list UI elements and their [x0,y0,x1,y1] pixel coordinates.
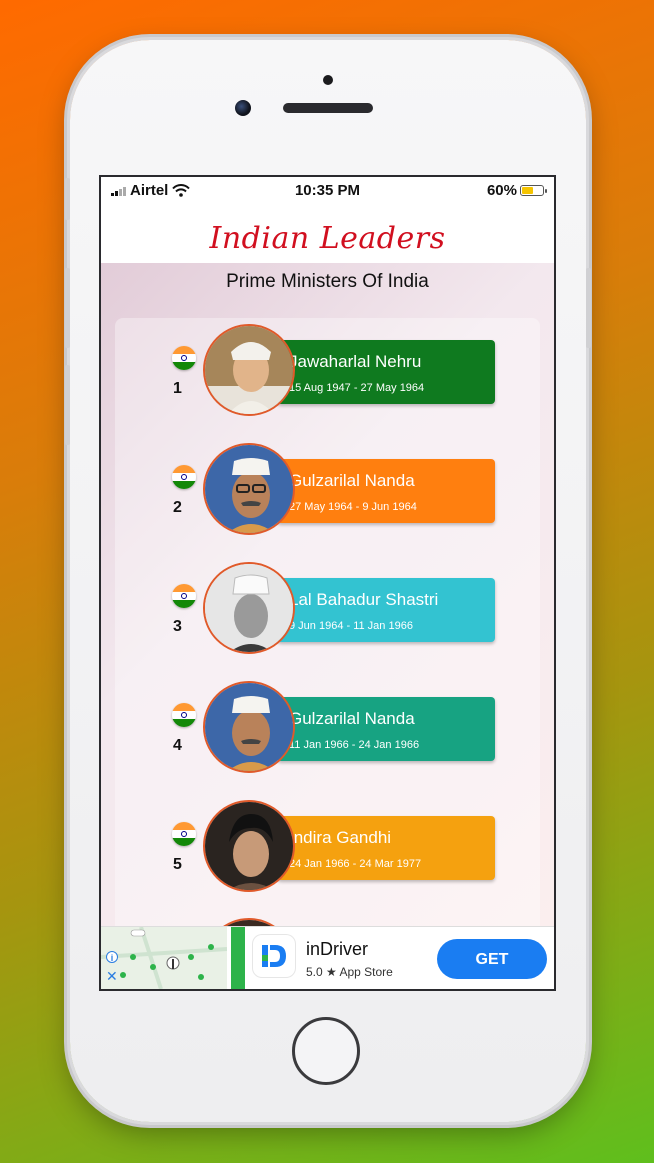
leader-row[interactable]: 1 Jawaharlal Nehru 15 Aug 1947 - 27 May … [115,324,540,424]
ad-info-icon[interactable]: i [106,951,118,963]
india-flag-icon [172,465,196,489]
leader-name: Gulzarilal Nanda [289,471,415,490]
indriver-logo-icon [253,935,295,977]
leader-portrait [203,562,295,654]
leader-term: 27 May 1964 - 9 Jun 1964 [289,501,417,513]
app-header: Indian Leaders [101,205,554,263]
leader-name: Jawaharlal Nehru [289,352,422,371]
status-bar: Airtel 10:35 PM 60% [101,177,554,205]
mute-switch [65,178,70,220]
earpiece-speaker [283,103,373,113]
leader-term: 24 Jan 1966 - 24 Mar 1977 [289,858,422,870]
leader-portrait [203,800,295,892]
leader-number: 2 [173,499,182,516]
leader-row[interactable]: 2 Gulzarilal Nanda 27 May 1964 - 9 Jun 1… [115,443,540,543]
ad-close-icon[interactable]: ✕ [106,969,118,983]
leader-row[interactable]: 3 Lal Bahadur Shastri 9 Jun 1964 - 11 Ja… [115,562,540,662]
proximity-sensor [323,75,333,85]
india-flag-icon [172,346,196,370]
leader-portrait [203,681,295,773]
leader-banner: Lal Bahadur Shastri 9 Jun 1964 - 11 Jan … [277,578,495,642]
ad-get-button[interactable]: GET [437,939,547,979]
ad-rating: 5.0 ★ App Store [306,965,393,979]
leaders-list: 1 Jawaharlal Nehru 15 Aug 1947 - 27 May … [115,318,540,989]
leader-row[interactable]: 4 Gulzarilal Nanda 11 Jan 1966 - 24 Jan … [115,681,540,781]
leader-name: Indira Gandhi [289,828,392,847]
leader-term: 15 Aug 1947 - 27 May 1964 [289,382,425,394]
leader-number: 1 [173,380,182,397]
leader-row[interactable]: 5 Indira Gandhi 24 Jan 1966 - 24 Mar 197… [115,800,540,900]
front-camera [235,100,251,116]
home-button[interactable] [292,1017,360,1085]
leader-banner: Gulzarilal Nanda 11 Jan 1966 - 24 Jan 19… [277,697,495,761]
ad-map-image [101,927,227,989]
india-flag-icon [172,584,196,608]
leader-name: Lal Bahadur Shastri [289,590,439,609]
leader-banner: Gulzarilal Nanda 27 May 1964 - 9 Jun 196… [277,459,495,523]
leader-portrait [203,443,295,535]
battery-info: 60% [486,182,547,199]
leader-term: 11 Jan 1966 - 24 Jan 1966 [289,739,420,751]
battery-percent: 60% [486,182,517,199]
page-subtitle: Prime Ministers Of India [226,271,429,292]
india-flag-icon [172,822,196,846]
india-flag-icon [172,703,196,727]
power-button [586,268,591,348]
leader-number: 4 [173,737,182,754]
ad-app-name: inDriver [306,939,369,959]
leader-banner: Jawaharlal Nehru 15 Aug 1947 - 27 May 19… [277,340,495,404]
volume-up-button [65,268,70,348]
leader-name: Gulzarilal Nanda [289,709,415,728]
leader-banner: Indira Gandhi 24 Jan 1966 - 24 Mar 1977 [277,816,495,880]
leader-term: 9 Jun 1964 - 11 Jan 1966 [289,620,413,632]
content-area[interactable]: Prime Ministers Of India 1 Jawaharlal Ne… [101,263,554,989]
leader-portrait [203,324,295,416]
screen: Airtel 10:35 PM 60% Indian Leaders Prime… [99,175,556,991]
ad-accent-strip [231,927,245,989]
ad-banner[interactable]: i ✕ inDriver 5.0 ★ App Store GET [101,926,554,989]
leader-number: 5 [173,856,182,873]
battery-icon [520,185,547,196]
volume-down-button [65,365,70,445]
leader-number: 3 [173,618,182,635]
